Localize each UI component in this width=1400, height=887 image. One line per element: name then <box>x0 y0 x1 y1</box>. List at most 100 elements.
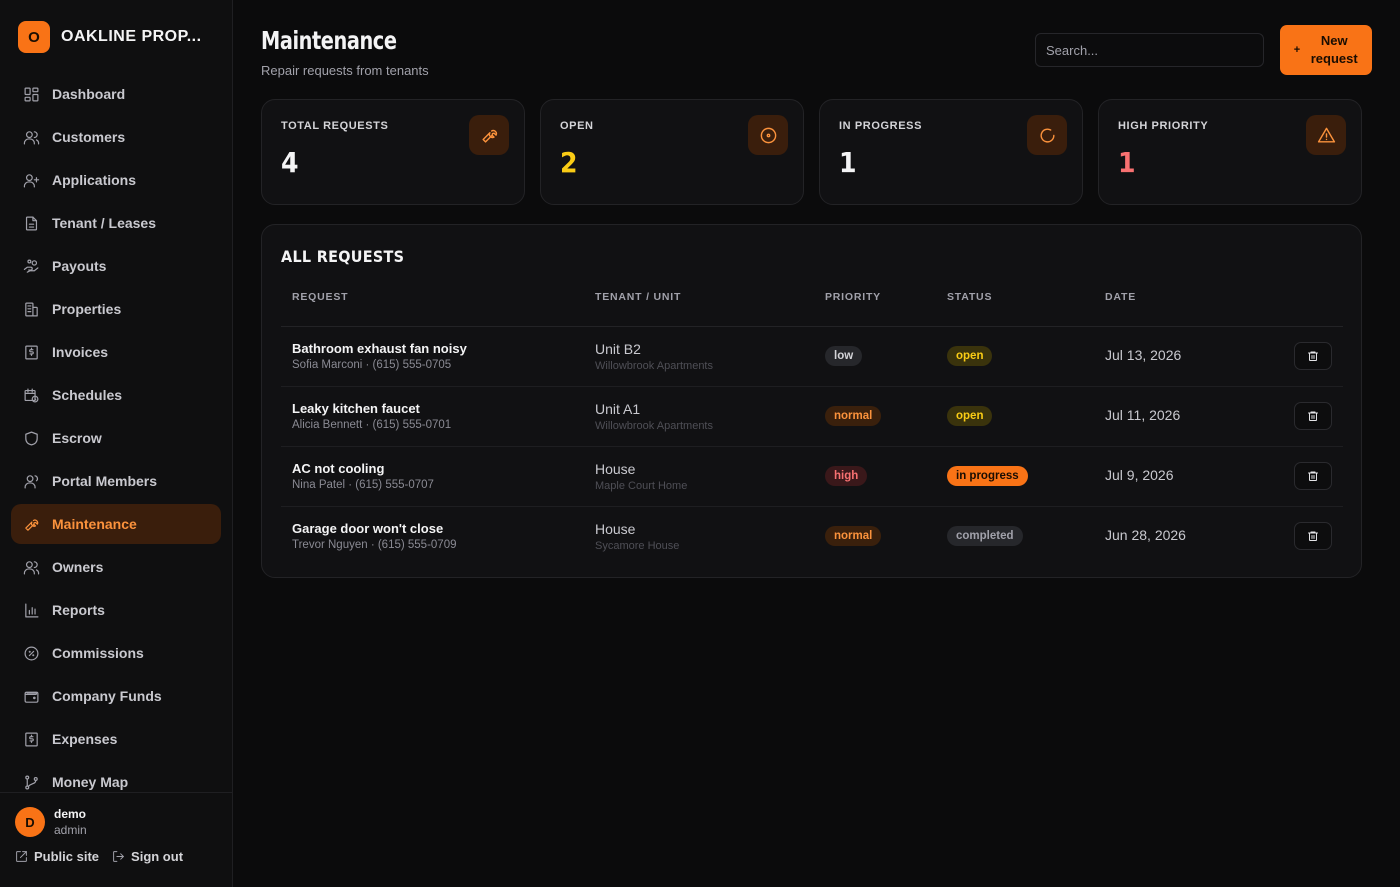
git-branch-icon <box>25 775 38 789</box>
sidebar-nav: Dashboard Customers Applications Tenant / L… <box>0 74 232 805</box>
request-cell: Garage door won't close Trevor Nguyen · (… <box>281 506 584 566</box>
priority-cell: low <box>814 326 936 387</box>
sidebar-item-commissions[interactable]: Commissions <box>11 633 221 673</box>
stat-card-in-progress: IN PROGRESS 1 <box>819 99 1083 205</box>
column-header: REQUEST <box>281 291 584 327</box>
sidebar-item-properties[interactable]: Properties <box>11 289 221 329</box>
status-badge: in progress <box>947 466 1028 486</box>
sign-out-link[interactable]: Sign out <box>112 849 183 864</box>
sidebar-item-customers[interactable]: Customers <box>11 117 221 157</box>
request-contact: Sofia Marconi · (615) 555-0705 <box>292 359 452 371</box>
table-row[interactable]: AC not cooling Nina Patel · (615) 555-070… <box>281 446 1343 507</box>
sidebar-item-escrow[interactable]: Escrow <box>11 418 221 458</box>
request-cell: AC not cooling Nina Patel · (615) 555-070… <box>281 446 584 507</box>
sidebar-item-label: Customers <box>52 129 126 145</box>
tenant-cell: Unit B2 Willowbrook Apartments <box>584 326 814 387</box>
public-site-label: Public site <box>34 849 100 864</box>
priority-cell: normal <box>814 506 936 566</box>
new-request-button[interactable]: + New request <box>1280 25 1372 75</box>
wrench-icon <box>481 129 497 143</box>
external-link-icon <box>16 851 27 862</box>
building-icon <box>25 302 38 316</box>
sidebar-item-tenant-leases[interactable]: Tenant / Leases <box>11 203 221 243</box>
request-title: Leaky kitchen faucet <box>292 401 420 416</box>
stat-icon-box <box>1306 115 1346 155</box>
sidebar-item-owners[interactable]: Owners <box>11 547 221 587</box>
document-icon <box>25 216 38 230</box>
sidebar-item-label: Dashboard <box>52 86 126 102</box>
sidebar-item-portal-members[interactable]: Portal Members <box>11 461 221 501</box>
table-row[interactable]: Garage door won't close Trevor Nguyen · (… <box>281 506 1343 566</box>
request-contact: Nina Patel · (615) 555-0707 <box>292 479 434 491</box>
sidebar-item-label: Money Map <box>52 774 129 790</box>
delete-button[interactable] <box>1294 462 1332 490</box>
sidebar-item-dashboard[interactable]: Dashboard <box>11 74 221 114</box>
sidebar-item-reports[interactable]: Reports <box>11 590 221 630</box>
sidebar-item-label: Expenses <box>52 731 118 747</box>
sidebar-item-label: Properties <box>52 301 122 317</box>
sidebar-item-label: Maintenance <box>52 516 137 532</box>
user-name: demo <box>54 807 87 821</box>
sidebar-item-company-funds[interactable]: Company Funds <box>11 676 221 716</box>
sidebar-item-schedules[interactable]: Schedules <box>11 375 221 415</box>
sidebar-item-label: Portal Members <box>52 473 158 489</box>
actions-cell <box>1244 446 1343 507</box>
users-icon <box>23 560 40 574</box>
tenant-cell: House Maple Court Home <box>584 446 814 507</box>
actions-cell <box>1244 386 1343 447</box>
wrench-icon <box>25 519 39 531</box>
sidebar: O OAKLINE PROP... Dashboard Customers Appl… <box>0 0 233 887</box>
log-out-icon <box>113 851 124 862</box>
property-name: Willowbrook Apartments <box>595 419 713 432</box>
request-cell: Bathroom exhaust fan noisy Sofia Marconi … <box>281 326 584 387</box>
table-row[interactable]: Leaky kitchen faucet Alicia Bennett · (61… <box>281 386 1343 447</box>
sidebar-item-label: Escrow <box>52 430 102 446</box>
delete-button[interactable] <box>1294 342 1332 370</box>
table-row[interactable]: Bathroom exhaust fan noisy Sofia Marconi … <box>281 326 1343 387</box>
priority-badge: high <box>825 466 868 486</box>
percent-icon <box>24 646 39 660</box>
priority-badge: normal <box>825 406 882 426</box>
column-header: PRIORITY <box>814 291 936 327</box>
tenant-cell: Unit A1 Willowbrook Apartments <box>584 386 814 447</box>
status-badge: open <box>947 406 993 426</box>
panel-title: ALL REQUESTS <box>281 247 405 266</box>
priority-badge: normal <box>825 526 882 547</box>
wallet-icon <box>24 691 39 703</box>
property-name: Sycamore House <box>595 539 680 552</box>
circle-dot-icon <box>760 127 776 143</box>
sidebar-item-label: Owners <box>52 559 104 575</box>
stat-icon-box <box>748 115 788 155</box>
public-site-link[interactable]: Public site <box>15 849 99 864</box>
brand-name: OAKLINE PROP... <box>61 28 202 45</box>
status-badge: completed <box>947 526 1023 547</box>
sidebar-item-label: Payouts <box>52 258 107 274</box>
request-date: Jul 9, 2026 <box>1105 467 1174 483</box>
user-profile[interactable]: D demo admin <box>15 807 217 837</box>
page-header: Maintenance Repair requests from tenants… <box>261 0 1372 99</box>
delete-button[interactable] <box>1294 522 1332 551</box>
sidebar-item-maintenance[interactable]: Maintenance <box>11 504 221 544</box>
sidebar-item-label: Invoices <box>52 344 109 360</box>
request-cell: Leaky kitchen faucet Alicia Bennett · (61… <box>281 386 584 447</box>
calendar-clock-icon <box>24 388 39 402</box>
column-header: TENANT / UNIT <box>584 291 814 327</box>
request-contact: Alicia Bennett · (615) 555-0701 <box>292 419 452 431</box>
page-subtitle: Repair requests from tenants <box>261 63 429 78</box>
sidebar-item-expenses[interactable]: Expenses <box>11 719 221 759</box>
date-cell: Jul 13, 2026 <box>1094 326 1244 387</box>
date-cell: Jul 9, 2026 <box>1094 446 1244 507</box>
sidebar-item-applications[interactable]: Applications <box>11 160 221 200</box>
date-cell: Jul 11, 2026 <box>1094 386 1244 447</box>
delete-button[interactable] <box>1294 402 1332 430</box>
brand[interactable]: O OAKLINE PROP... <box>0 0 232 54</box>
search-input[interactable] <box>1035 33 1264 67</box>
sidebar-item-payouts[interactable]: Payouts <box>11 246 221 286</box>
users-icon <box>23 130 40 144</box>
priority-cell: normal <box>814 386 936 447</box>
property-name: Willowbrook Apartments <box>595 359 713 372</box>
sidebar-item-invoices[interactable]: Invoices <box>11 332 221 372</box>
sidebar-footer: D demo admin Public site Sign out <box>0 792 232 887</box>
request-date: Jul 11, 2026 <box>1105 407 1181 423</box>
property-name: Maple Court Home <box>595 479 688 492</box>
